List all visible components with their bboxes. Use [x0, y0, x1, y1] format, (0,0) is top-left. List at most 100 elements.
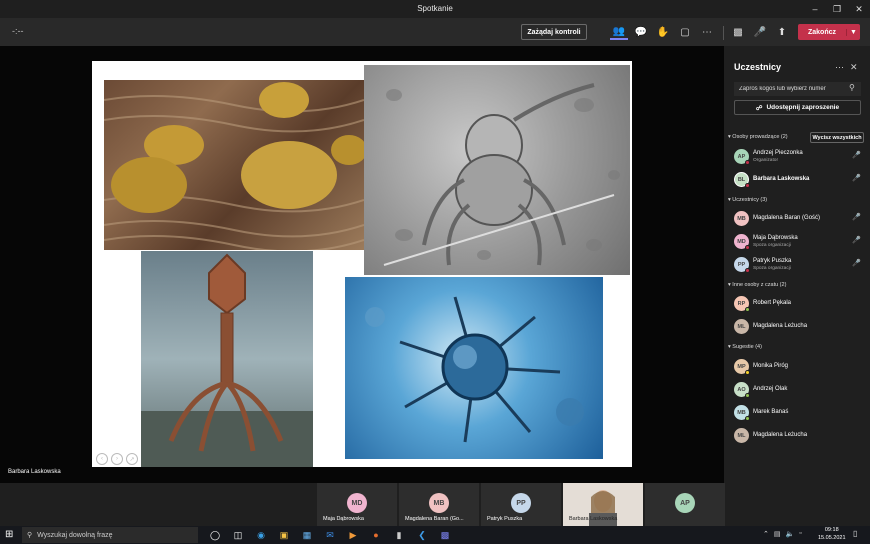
- participant-tile[interactable]: PP Patryk Puszka: [481, 483, 561, 526]
- presenter-name: Barbara Laskowska: [8, 469, 61, 475]
- chevron-up-icon[interactable]: ⌃: [763, 530, 769, 538]
- terminal-icon[interactable]: ▮: [390, 528, 408, 542]
- participant-row[interactable]: MP Monika Piróg: [734, 357, 862, 375]
- avatar: MD: [347, 493, 367, 513]
- vscode-icon[interactable]: ❮: [413, 528, 431, 542]
- request-control-button[interactable]: Zażądaj kontroli: [521, 24, 587, 40]
- close-icon[interactable]: ✕: [848, 0, 870, 18]
- more-options-icon[interactable]: ⋯: [835, 62, 844, 73]
- participant-row[interactable]: AO Andrzej Olak: [734, 380, 862, 398]
- participant-name: Robert Pękala: [753, 300, 792, 306]
- avatar: MB: [429, 493, 449, 513]
- mic-muted-icon: 🎤: [852, 152, 861, 159]
- system-clock[interactable]: 09:18 15.05.2021: [818, 527, 846, 542]
- dust-mites-image: [104, 80, 364, 250]
- slide-controls: ‹ › ↗: [96, 453, 138, 465]
- presence-dot: [745, 370, 750, 375]
- close-panel-icon[interactable]: ✕: [850, 62, 858, 73]
- volume-icon[interactable]: 🔈: [786, 530, 795, 538]
- tile-label: Barbara Laskowska: [569, 516, 618, 522]
- clock-time: 09:18: [824, 527, 839, 533]
- network-icon[interactable]: ▤: [774, 530, 781, 538]
- edge-icon[interactable]: ◉: [252, 528, 270, 542]
- participant-row[interactable]: MB Magdalena Baran (Gość) 🎤: [734, 209, 862, 227]
- notifications-icon[interactable]: ▯: [853, 529, 857, 538]
- participant-name: Maja Dąbrowska: [753, 235, 798, 241]
- chat-icon[interactable]: 💬: [632, 24, 650, 40]
- participant-strip: MD Maja Dąbrowska MB Magdalena Baran (Go…: [0, 483, 725, 526]
- more-actions-icon[interactable]: ⋯: [698, 24, 716, 40]
- share-invite-label: Udostępnij zaproszenie: [766, 104, 840, 111]
- invite-search-input[interactable]: [734, 82, 861, 96]
- share-screen-icon[interactable]: ⬆: [774, 24, 790, 40]
- participant-role: Organizator: [753, 158, 779, 163]
- store-icon[interactable]: ▦: [298, 528, 316, 542]
- presence-dot: [745, 393, 750, 398]
- participant-row[interactable]: MB Marek Banaś: [734, 403, 862, 421]
- leave-button[interactable]: Zakończ ▼: [798, 24, 860, 40]
- participant-row[interactable]: MD Maja Dąbrowska Spoza organizacji 🎤: [734, 232, 862, 250]
- mail-icon[interactable]: ✉: [321, 528, 339, 542]
- windows-start-icon[interactable]: ⊞: [5, 529, 13, 540]
- shared-content-stage: ‹ › ↗ Barbara Laskowska: [0, 46, 724, 483]
- os-taskbar: ⊞ ⚲ Wyszukaj dowolną frazę ◯ ◫ ◉ ▣ ▦ ✉ ▶…: [0, 526, 870, 544]
- search-icon: ⚲: [27, 532, 33, 539]
- avatar: ML: [734, 428, 749, 443]
- firefox-icon[interactable]: ●: [367, 528, 385, 542]
- teams-icon[interactable]: ▩: [436, 528, 454, 542]
- window-controls: – ❐ ✕: [804, 0, 870, 18]
- presenters-section-header[interactable]: ▾ Osoby prowadzące (2): [728, 134, 788, 140]
- minimize-icon[interactable]: –: [804, 0, 826, 18]
- language-icon[interactable]: ▫: [799, 530, 801, 538]
- rooms-icon[interactable]: ▢: [676, 24, 694, 40]
- tick-micrograph-image: [364, 65, 630, 275]
- tile-label: Magdalena Baran (Go...: [405, 516, 464, 522]
- participant-video-tile[interactable]: Barbara Laskowska: [563, 483, 643, 526]
- task-view-icon[interactable]: ◫: [229, 528, 247, 542]
- presence-dot: [745, 416, 750, 421]
- meeting-toolbar: -:-- Zażądaj kontroli 👥 💬 ✋ ▢ ⋯ ▩ 🎤 ⬆ Za…: [0, 18, 870, 46]
- restore-icon[interactable]: ❐: [826, 0, 848, 18]
- others-section-header[interactable]: ▾ Inne osoby z czatu (2): [728, 282, 786, 288]
- participant-tile[interactable]: AP: [645, 483, 725, 526]
- cortana-icon[interactable]: ◯: [206, 528, 224, 542]
- media-icon[interactable]: ▶: [344, 528, 362, 542]
- participant-row[interactable]: ML Magdalena Leżucha: [734, 317, 862, 335]
- taskbar-search[interactable]: ⚲ Wyszukaj dowolną frazę: [22, 527, 198, 543]
- system-tray: ⌃ ▤ 🔈 ▫: [763, 530, 802, 538]
- participant-row[interactable]: RP Robert Pękala: [734, 294, 862, 312]
- participant-row[interactable]: AP Andrzej Pieczonka Organizator 🎤: [734, 147, 862, 165]
- participant-tile[interactable]: MD Maja Dąbrowska: [317, 483, 397, 526]
- others-section-label: Inne osoby z czatu (2): [732, 282, 787, 288]
- meeting-timer: -:--: [12, 26, 24, 36]
- suggestions-section-header[interactable]: ▾ Sugestie (4): [728, 344, 762, 350]
- avatar: PP: [511, 493, 531, 513]
- mic-icon: 🎤: [852, 175, 861, 182]
- window-title: Spotkanie: [417, 4, 453, 13]
- chevron-down-icon[interactable]: ▼: [846, 28, 860, 36]
- previous-slide-icon[interactable]: ‹: [96, 453, 108, 465]
- share-icon: ☍: [755, 104, 763, 112]
- mic-off-icon[interactable]: 🎤: [752, 24, 768, 40]
- camera-off-icon[interactable]: ▩: [730, 24, 746, 40]
- mic-muted-icon: 🎤: [852, 237, 861, 244]
- reactions-icon[interactable]: ✋: [654, 24, 672, 40]
- people-icon[interactable]: 👥: [610, 24, 628, 40]
- file-explorer-icon[interactable]: ▣: [275, 528, 293, 542]
- participant-name: Marek Banaś: [753, 409, 789, 415]
- shared-slide: [92, 61, 632, 467]
- avatar: MB: [734, 211, 749, 226]
- participant-row[interactable]: BL Barbara Laskowska 🎤: [734, 170, 862, 188]
- pointer-icon[interactable]: ↗: [126, 453, 138, 465]
- search-icon: ⚲: [849, 83, 855, 92]
- participant-tile[interactable]: MB Magdalena Baran (Go...: [399, 483, 479, 526]
- participant-row[interactable]: ML Magdalena Leżucha: [734, 426, 862, 444]
- bacteriophage-image: [141, 251, 313, 467]
- next-slide-icon[interactable]: ›: [111, 453, 123, 465]
- attendees-section-header[interactable]: ▾ Uczestnicy (3): [728, 197, 767, 203]
- title-bar: Spotkanie – ❐ ✕: [0, 0, 870, 18]
- participant-row[interactable]: PP Patryk Puszka Spoza organizacji 🎤: [734, 255, 862, 273]
- share-invite-button[interactable]: ☍ Udostępnij zaproszenie: [734, 100, 861, 115]
- mute-all-button[interactable]: Wycisz wszystkich: [810, 132, 864, 143]
- virus-illustration-image: [345, 277, 603, 459]
